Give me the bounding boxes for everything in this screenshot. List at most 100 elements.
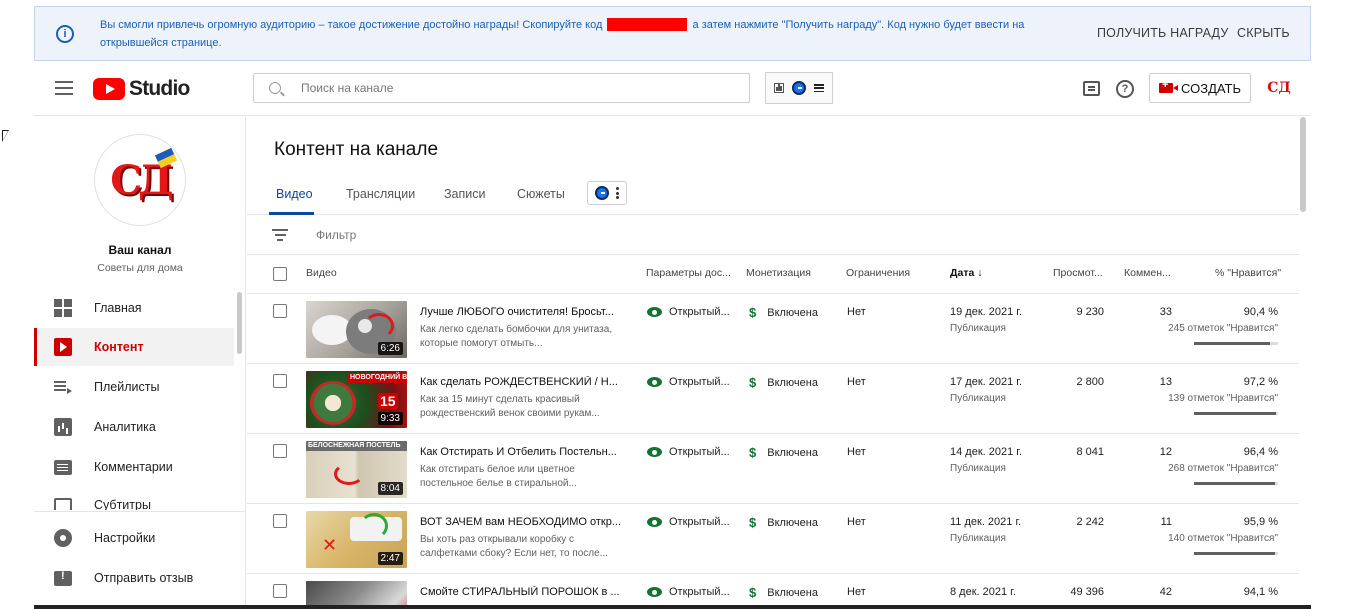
search-input[interactable] bbox=[301, 81, 721, 95]
likes-bar bbox=[1194, 342, 1278, 345]
column-comments[interactable]: Коммен... bbox=[1124, 267, 1171, 279]
create-button[interactable]: СОЗДАТЬ bbox=[1149, 73, 1251, 103]
row-checkbox[interactable] bbox=[273, 514, 287, 528]
eye-icon bbox=[647, 447, 662, 457]
extension-toolbar[interactable] bbox=[765, 72, 833, 104]
monetization-cell[interactable]: $ Включена bbox=[749, 305, 818, 320]
tab-live[interactable]: Трансляции bbox=[346, 187, 415, 201]
reward-banner: i Вы смогли привлечь огромную аудиторию … bbox=[34, 6, 1311, 61]
column-visibility[interactable]: Параметры дос... bbox=[646, 267, 731, 279]
row-checkbox[interactable] bbox=[273, 304, 287, 318]
video-duration: 9:33 bbox=[377, 412, 403, 425]
sidebar-item-settings[interactable]: Настройки bbox=[34, 519, 234, 557]
video-title[interactable]: Смойте СТИРАЛЬНЫЙ ПОРОШОК в ... bbox=[420, 586, 620, 598]
column-views[interactable]: Просмот... bbox=[1053, 267, 1103, 279]
likes-bar bbox=[1194, 482, 1278, 485]
date-status: Публикация bbox=[950, 323, 1006, 334]
table-row[interactable]: НОВОГОДНИЙ ВЕНОК 15 9:33 Как сделать РОЖ… bbox=[247, 364, 1299, 434]
sidebar-item-label: Плейлисты bbox=[94, 380, 160, 394]
table-row[interactable]: ✕ 2:47 ВОТ ЗАЧЕМ вам НЕОБХОДИМО откр... … bbox=[247, 504, 1299, 574]
menu-icon[interactable] bbox=[55, 81, 73, 95]
table-row[interactable]: Смойте СТИРАЛЬНЫЙ ПОРОШОК в ... Открытый… bbox=[247, 574, 1299, 609]
search-icon bbox=[269, 82, 281, 94]
video-thumbnail[interactable]: ✕ 2:47 bbox=[306, 511, 407, 568]
video-thumbnail[interactable]: НОВОГОДНИЙ ВЕНОК 15 9:33 bbox=[306, 371, 407, 428]
monetization-cell[interactable]: $ Включена bbox=[749, 445, 818, 460]
sidebar-item-subtitles[interactable]: Субтитры bbox=[34, 488, 234, 510]
date-value: 14 дек. 2021 г. bbox=[950, 446, 1023, 458]
column-likes[interactable]: % "Нравится" bbox=[1215, 267, 1281, 279]
filter-icon[interactable] bbox=[272, 229, 288, 241]
video-title[interactable]: Как Отстирать И Отбелить Постельн... bbox=[420, 446, 620, 458]
sidebar-item-dashboard[interactable]: Главная bbox=[34, 289, 234, 327]
sidebar-item-content[interactable]: Контент bbox=[34, 328, 234, 366]
table-row[interactable]: 6:26 Лучше ЛЮБОГО очистителя! Бросьт... … bbox=[247, 294, 1299, 364]
visibility-cell[interactable]: Открытый... bbox=[647, 376, 730, 388]
video-thumbnail[interactable]: 6:26 bbox=[306, 301, 407, 358]
likes-percent: 95,9 % bbox=[1243, 516, 1278, 528]
column-restrictions[interactable]: Ограничения bbox=[846, 267, 910, 279]
channel-name: Ваш канал bbox=[108, 243, 172, 257]
monetization-cell[interactable]: $ Включена bbox=[749, 375, 818, 390]
extension-menu-icon[interactable] bbox=[814, 84, 824, 92]
search-bar[interactable] bbox=[253, 73, 750, 103]
column-monetization[interactable]: Монетизация bbox=[746, 267, 811, 279]
video-title[interactable]: Как сделать РОЖДЕСТВЕНСКИЙ / Н... bbox=[420, 376, 620, 388]
row-checkbox[interactable] bbox=[273, 444, 287, 458]
video-title[interactable]: Лучше ЛЮБОГО очистителя! Бросьт... bbox=[420, 306, 620, 318]
sidebar: СД Ваш канал Советы для дома Главная Кон… bbox=[34, 117, 246, 609]
views-value: 8 041 bbox=[1076, 446, 1104, 458]
sidebar-item-playlists[interactable]: Плейлисты bbox=[34, 368, 234, 406]
monetization-cell[interactable]: $ Включена bbox=[749, 515, 818, 530]
video-title[interactable]: ВОТ ЗАЧЕМ вам НЕОБХОДИМО откр... bbox=[420, 516, 620, 528]
sort-arrow-icon: ↓ bbox=[977, 267, 983, 279]
video-thumbnail[interactable]: БЕЛОСНЕЖНАЯ ПОСТЕЛЬ 8:04 bbox=[306, 441, 407, 498]
tab-shorts[interactable]: Сюжеты bbox=[517, 187, 565, 201]
visibility-value: Открытый... bbox=[669, 516, 730, 528]
sidebar-item-label: Комментарии bbox=[94, 460, 173, 474]
subtitles-icon bbox=[54, 498, 72, 510]
filter-input[interactable]: Фильтр bbox=[316, 228, 356, 242]
hide-banner-button[interactable]: СКРЫТЬ bbox=[1237, 26, 1290, 40]
tab-posts[interactable]: Записи bbox=[444, 187, 486, 201]
stats-icon[interactable] bbox=[774, 83, 784, 93]
mouse-cursor-icon bbox=[2, 130, 9, 142]
messages-icon[interactable] bbox=[1083, 81, 1100, 96]
monetization-value: Включена bbox=[767, 306, 818, 319]
monetization-value: Включена bbox=[767, 586, 818, 599]
sidebar-item-feedback[interactable]: Отправить отзыв bbox=[34, 559, 234, 597]
dollar-icon: $ bbox=[749, 585, 757, 600]
help-icon[interactable]: ? bbox=[1116, 80, 1134, 98]
visibility-cell[interactable]: Открытый... bbox=[647, 446, 730, 458]
filter-bar[interactable]: Фильтр bbox=[247, 215, 1299, 255]
table-row[interactable]: БЕЛОСНЕЖНАЯ ПОСТЕЛЬ 8:04 Как Отстирать И… bbox=[247, 434, 1299, 504]
sidebar-scrollbar[interactable] bbox=[237, 292, 242, 354]
video-duration: 6:26 bbox=[377, 342, 403, 355]
account-avatar[interactable]: СД bbox=[1266, 75, 1292, 101]
visibility-cell[interactable]: Открытый... bbox=[647, 306, 730, 318]
restrictions-value: Нет bbox=[847, 516, 866, 528]
column-date[interactable]: Дата ↓ bbox=[950, 267, 982, 279]
row-checkbox[interactable] bbox=[273, 374, 287, 388]
visibility-cell[interactable]: Открытый... bbox=[647, 516, 730, 528]
sidebar-item-analytics[interactable]: Аналитика bbox=[34, 408, 234, 446]
likes-percent: 94,1 % bbox=[1243, 586, 1278, 598]
logo-text: Studio bbox=[129, 77, 190, 100]
dollar-icon: $ bbox=[749, 445, 757, 460]
create-video-icon bbox=[1159, 79, 1178, 93]
eye-icon bbox=[647, 517, 662, 527]
get-reward-button[interactable]: ПОЛУЧИТЬ НАГРАДУ bbox=[1097, 26, 1228, 40]
tab-videos[interactable]: Видео bbox=[276, 187, 313, 201]
eye-icon bbox=[647, 587, 662, 597]
row-checkbox[interactable] bbox=[273, 584, 287, 598]
monetization-cell[interactable]: $ Включена bbox=[749, 585, 818, 600]
select-all-checkbox[interactable] bbox=[273, 267, 287, 281]
visibility-cell[interactable]: Открытый... bbox=[647, 586, 730, 598]
extension-logo-icon[interactable] bbox=[792, 81, 806, 95]
studio-logo[interactable]: Studio bbox=[93, 77, 190, 101]
main-scrollbar[interactable] bbox=[1300, 117, 1306, 212]
channel-avatar[interactable]: СД bbox=[94, 134, 186, 226]
visibility-value: Открытый... bbox=[669, 446, 730, 458]
tab-extension-button[interactable] bbox=[587, 181, 627, 205]
sidebar-item-comments[interactable]: Комментарии bbox=[34, 448, 234, 486]
